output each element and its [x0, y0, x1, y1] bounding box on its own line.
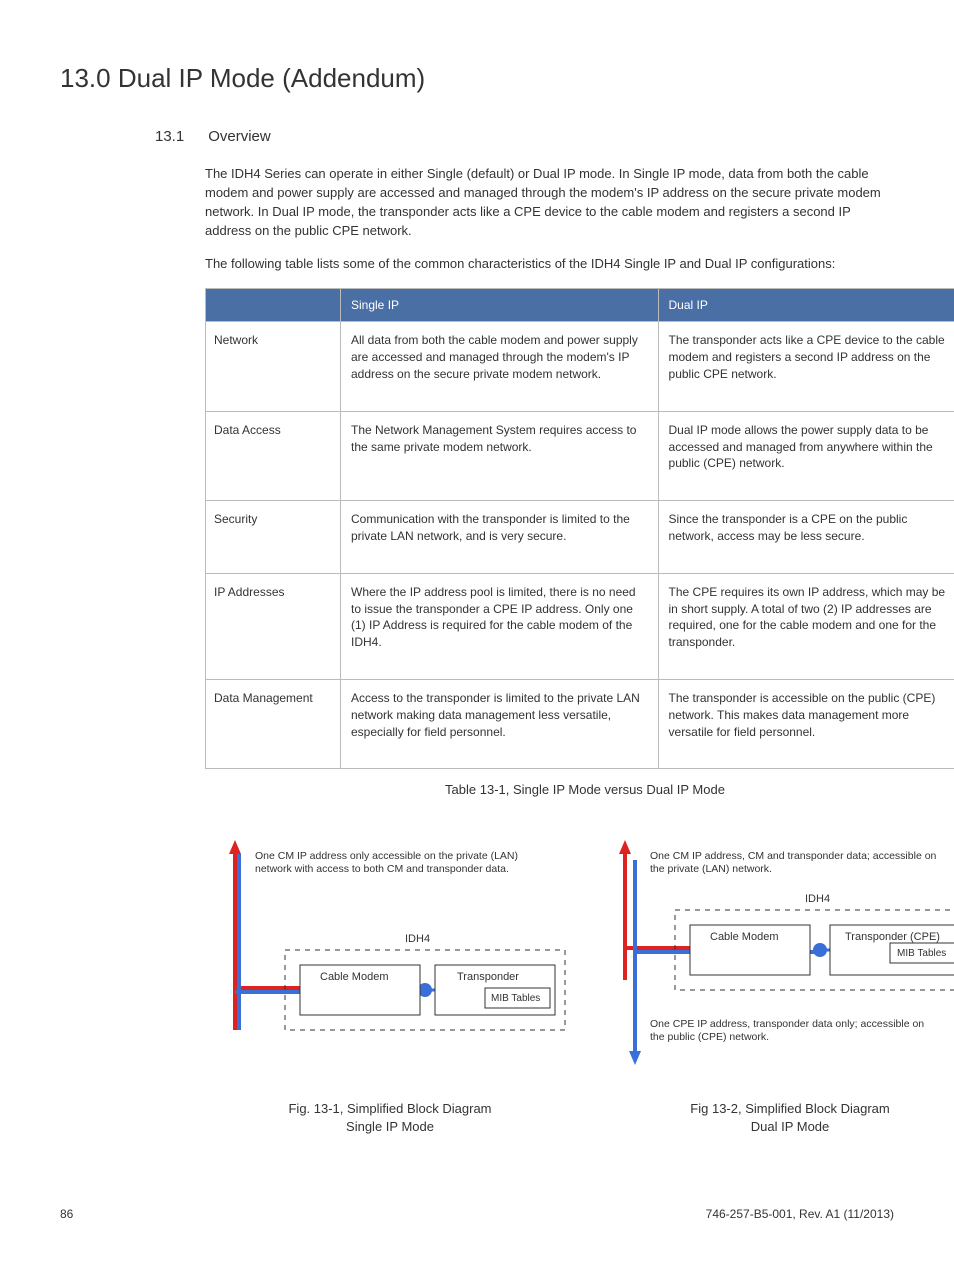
fig1-cm-label: Cable Modem: [320, 970, 388, 985]
table-row: Security Communication with the transpon…: [206, 501, 954, 574]
section-number: 13.1: [155, 126, 184, 147]
cell-dual: The transponder acts like a CPE device t…: [658, 322, 954, 411]
fig1-caption: Fig. 13-1, Simplified Block Diagram Sing…: [288, 1100, 491, 1136]
overview-paragraph-2: The following table lists some of the co…: [205, 255, 894, 274]
fig2-cm-label: Cable Modem: [710, 930, 778, 945]
fig1-caption-line2: Single IP Mode: [288, 1118, 491, 1136]
cell-single: Access to the transponder is limited to …: [341, 679, 659, 768]
page-number: 86: [60, 1206, 73, 1223]
section-title: Overview: [208, 126, 271, 147]
table-header-single: Single IP: [341, 288, 659, 322]
row-label: Data Management: [206, 679, 341, 768]
row-label: Security: [206, 501, 341, 574]
row-label: Network: [206, 322, 341, 411]
cell-dual: The transponder is accessible on the pub…: [658, 679, 954, 768]
cell-single: All data from both the cable modem and p…: [341, 322, 659, 411]
fig2-idh4-label: IDH4: [805, 892, 830, 907]
doc-revision: 746-257-B5-001, Rev. A1 (11/2013): [706, 1206, 894, 1223]
fig2-mib-label: MIB Tables: [897, 947, 946, 961]
table-row: Data Access The Network Management Syste…: [206, 411, 954, 500]
page-footer: 86 746-257-B5-001, Rev. A1 (11/2013): [60, 1206, 894, 1223]
cell-dual: The CPE requires its own IP address, whi…: [658, 573, 954, 679]
table-header-dual: Dual IP: [658, 288, 954, 322]
fig1-note: One CM IP address only accessible on the…: [255, 850, 545, 877]
section-heading: 13.1 Overview: [155, 126, 894, 147]
table-header-blank: [206, 288, 341, 322]
figure-1: One CM IP address only accessible on the…: [205, 830, 575, 1136]
fig2-caption-line2: Dual IP Mode: [690, 1118, 889, 1136]
fig2-caption: Fig 13-2, Simplified Block Diagram Dual …: [690, 1100, 889, 1136]
cell-dual: Since the transponder is a CPE on the pu…: [658, 501, 954, 574]
table-row: Data Management Access to the transponde…: [206, 679, 954, 768]
fig1-idh4-label: IDH4: [405, 932, 430, 947]
table-caption: Table 13-1, Single IP Mode versus Dual I…: [205, 781, 954, 799]
cell-single: Where the IP address pool is limited, th…: [341, 573, 659, 679]
fig1-mib-label: MIB Tables: [491, 992, 540, 1006]
fig2-tr-label: Transponder (CPE): [845, 930, 940, 945]
overview-paragraph-1: The IDH4 Series can operate in either Si…: [205, 165, 894, 240]
fig2-caption-line1: Fig 13-2, Simplified Block Diagram: [690, 1100, 889, 1118]
row-label: Data Access: [206, 411, 341, 500]
cell-single: The Network Management System requires a…: [341, 411, 659, 500]
fig2-note-top: One CM IP address, CM and transponder da…: [650, 850, 940, 877]
fig1-tr-label: Transponder: [457, 970, 519, 985]
figure-2: One CM IP address, CM and transponder da…: [595, 830, 954, 1136]
cell-dual: Dual IP mode allows the power supply dat…: [658, 411, 954, 500]
page-title: 13.0 Dual IP Mode (Addendum): [60, 60, 894, 96]
fig2-note-bottom: One CPE IP address, transponder data onl…: [650, 1018, 940, 1045]
cell-single: Communication with the transponder is li…: [341, 501, 659, 574]
table-row: Network All data from both the cable mod…: [206, 322, 954, 411]
comparison-table: Single IP Dual IP Network All data from …: [205, 288, 954, 770]
table-row: IP Addresses Where the IP address pool i…: [206, 573, 954, 679]
row-label: IP Addresses: [206, 573, 341, 679]
fig1-caption-line1: Fig. 13-1, Simplified Block Diagram: [288, 1100, 491, 1118]
